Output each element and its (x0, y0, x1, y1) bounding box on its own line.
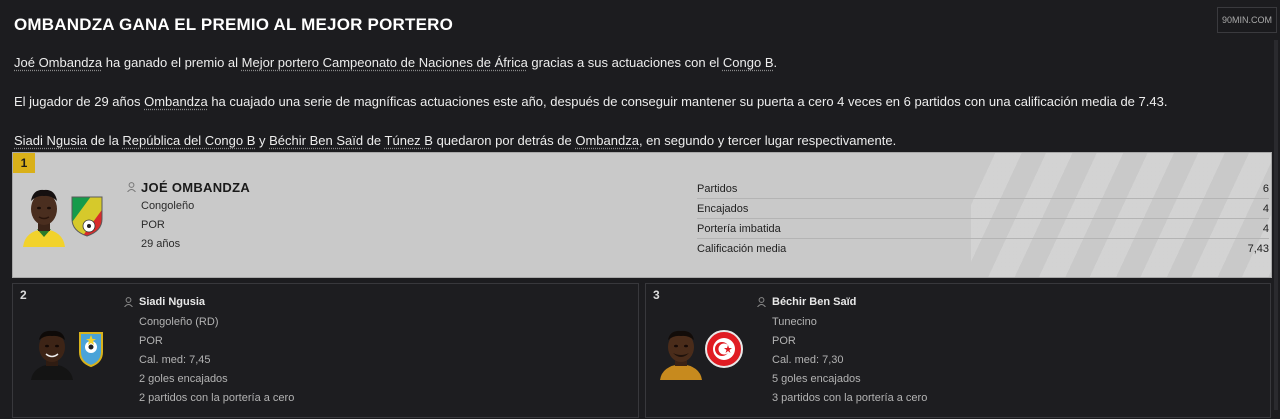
person-icon (757, 297, 766, 307)
stat-value: 7,43 (1247, 242, 1269, 255)
rank-number: 2 (20, 288, 27, 302)
link-player-ombandza[interactable]: Ombandza (144, 94, 208, 109)
text-fragment: . (773, 55, 778, 70)
player-name[interactable]: JOÉ OMBANDZA (141, 180, 250, 195)
text-fragment: gracias a sus actuaciones con el (527, 55, 723, 70)
rank-number: 3 (653, 288, 660, 302)
player-nationality: Congoleño (141, 200, 195, 212)
player-portrait[interactable] (658, 326, 704, 380)
stat-label: Encajados (697, 202, 749, 215)
player-nationality: Congoleño (RD) (139, 316, 219, 328)
text-fragment: y (255, 133, 270, 148)
text-fragment: , en segundo y tercer lugar respectivame… (638, 133, 897, 148)
player-portrait[interactable] (29, 326, 75, 380)
link-player-ngusia[interactable]: Siadi Ngusia (14, 133, 87, 148)
stats-table: Partidos 6 Encajados 4 Portería imbatida 4 … (697, 179, 1269, 258)
text-fragment: ha ganado el premio al (102, 55, 242, 70)
article-paragraph-1: Joé Ombandza ha ganado el premio al Mejo… (14, 55, 777, 70)
rank-badge: 1 (13, 153, 35, 173)
text-fragment: de la (87, 133, 123, 148)
goals-conceded: 2 goles encajados (139, 373, 228, 385)
scrollbar[interactable] (1274, 40, 1278, 410)
drc-federation-crest-icon (79, 332, 103, 368)
stat-label: Calificación media (697, 242, 787, 255)
player-position: POR (772, 335, 796, 347)
text-fragment: de (363, 133, 385, 148)
player-position: POR (139, 335, 163, 347)
stat-value: 4 (1262, 222, 1269, 235)
player-name[interactable]: Béchir Ben Saïd (772, 296, 856, 308)
player-position: POR (141, 219, 165, 231)
stat-row: Partidos 6 (697, 179, 1269, 199)
page-title: OMBANDZA GANA EL PREMIO AL MEJOR PORTERO (14, 15, 454, 34)
stat-label: Partidos (697, 182, 738, 195)
stat-row: Portería imbatida 4 (697, 219, 1269, 239)
player-nationality: Tunecino (772, 316, 817, 328)
person-icon (127, 182, 136, 192)
clean-sheets: 3 partidos con la portería a cero (772, 392, 928, 404)
text-fragment: El jugador de 29 años (14, 94, 145, 109)
person-icon (124, 297, 133, 307)
article-paragraph-2: El jugador de 29 años Ombandza ha cuajad… (14, 94, 1167, 109)
link-player-ombandza[interactable]: Ombandza (575, 133, 639, 148)
runner-up-card-2[interactable]: 2 Siadi Ngusia Congoleño (RD) POR Cal. m… (12, 283, 639, 418)
goals-conceded: 5 goles encajados (772, 373, 861, 385)
runner-up-card-3[interactable]: 3 Béchir Ben Saïd Tunecino POR Cal. med:… (645, 283, 1271, 418)
stat-label: Portería imbatida (697, 222, 781, 235)
stat-value: 6 (1262, 182, 1269, 195)
player-name[interactable]: Siadi Ngusia (139, 296, 205, 308)
text-fragment: quedaron por detrás de (432, 133, 576, 148)
player-rating: Cal. med: 7,30 (772, 354, 844, 366)
link-player-ben-said[interactable]: Béchir Ben Saïd (269, 133, 363, 148)
tunisia-federation-crest-icon (705, 330, 743, 368)
clean-sheets: 2 partidos con la portería a cero (139, 392, 295, 404)
source-badge[interactable]: 90MIN.COM (1217, 7, 1277, 33)
link-team-congo-b[interactable]: República del Congo B (122, 133, 255, 148)
link-team-congo-b[interactable]: Congo B (723, 55, 774, 70)
player-rating: Cal. med: 7,45 (139, 354, 211, 366)
player-age: 29 años (141, 238, 181, 250)
link-award[interactable]: Mejor portero Campeonato de Naciones de … (242, 55, 528, 70)
link-player-ombandza[interactable]: Joé Ombandza (14, 55, 102, 70)
link-team-tunez-b[interactable]: Túnez B (385, 133, 433, 148)
player-portrait[interactable] (21, 183, 67, 247)
stat-row: Encajados 4 (697, 199, 1269, 219)
winner-card[interactable]: 1 JOÉ OMBANDZA Congoleño POR 29 años Par… (12, 152, 1272, 278)
text-fragment: ha cuajado una serie de magníficas actua… (207, 94, 1168, 109)
stat-row: Calificación media 7,43 (697, 239, 1269, 258)
congo-flag-icon (71, 196, 103, 237)
stat-value: 4 (1262, 202, 1269, 215)
article-paragraph-3: Siadi Ngusia de la República del Congo B… (14, 133, 896, 148)
